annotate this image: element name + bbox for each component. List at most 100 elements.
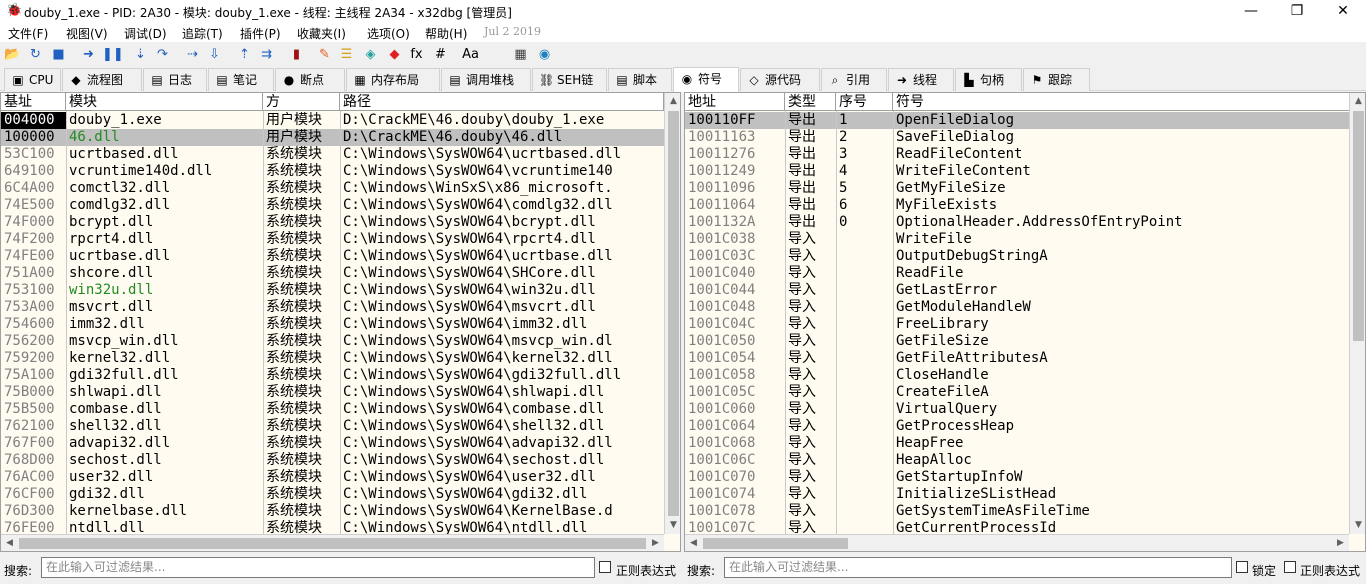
scroll-thumb[interactable] — [19, 538, 646, 549]
font-icon[interactable]: Aa — [462, 46, 479, 63]
table-row[interactable]: 1001C064 导入 GetProcessHeap — [685, 418, 1365, 435]
open-icon[interactable]: 📂 — [4, 46, 21, 63]
modules-horizontal-scrollbar[interactable]: ◀ ▶ — [1, 534, 664, 551]
patch-icon[interactable]: ✎ — [316, 46, 333, 63]
restart-icon[interactable]: ↻ — [27, 46, 44, 63]
bookmark-icon[interactable]: ◆ — [386, 46, 403, 63]
scroll-left-icon[interactable]: ◀ — [1, 535, 18, 551]
scroll-thumb[interactable] — [1353, 111, 1364, 341]
scroll-up-icon[interactable]: ▲ — [665, 93, 680, 110]
menu-favourites[interactable]: 收藏夹(I) — [297, 25, 346, 42]
symbols-horizontal-scrollbar[interactable]: ◀ ▶ — [685, 534, 1349, 551]
table-row[interactable]: 1001C060 导入 VirtualQuery — [685, 401, 1365, 418]
table-row[interactable]: 1001C040 导入 ReadFile — [685, 265, 1365, 282]
table-row[interactable]: 1001C048 导入 GetModuleHandleW — [685, 299, 1365, 316]
scroll-right-icon[interactable]: ▶ — [647, 535, 664, 551]
trace-over-icon[interactable]: ⇩ — [206, 46, 223, 63]
scroll-thumb[interactable] — [668, 111, 679, 516]
table-row[interactable]: 1001C070 导入 GetStartupInfoW — [685, 469, 1365, 486]
table-row[interactable]: 10011064 导出 6 MyFileExists — [685, 197, 1365, 214]
tab-memory-map[interactable]: ▦ 内存布局 — [346, 68, 440, 91]
table-row[interactable]: 10011276 导出 3 ReadFileContent — [685, 146, 1365, 163]
table-row[interactable]: 1001C078 导入 GetSystemTimeAsFileTime — [685, 503, 1365, 520]
col-header-ordinal[interactable]: 序号 — [836, 93, 893, 111]
menu-debug[interactable]: 调试(D) — [124, 25, 167, 42]
run-icon[interactable]: ➜ — [80, 46, 97, 63]
scroll-thumb[interactable] — [703, 538, 848, 549]
tab-trace[interactable]: ⚑ 跟踪 — [1023, 68, 1090, 91]
menu-options[interactable]: 选项(O) — [367, 25, 410, 42]
table-row[interactable]: 1001C044 导入 GetLastError — [685, 282, 1365, 299]
search-input-modules[interactable]: 在此输入可过滤结果... — [41, 557, 595, 578]
table-row[interactable]: 1001C074 导入 InitializeSListHead — [685, 486, 1365, 503]
menu-file[interactable]: 文件(F) — [8, 25, 48, 42]
tab-cpu[interactable]: ▣ CPU — [4, 68, 61, 91]
label-icon[interactable]: ◈ — [362, 46, 379, 63]
menu-plugins[interactable]: 插件(P) — [240, 25, 281, 42]
step-into-icon[interactable]: ⇣ — [132, 46, 149, 63]
table-row[interactable]: 10011163 导出 2 SaveFileDialog — [685, 129, 1365, 146]
restore-button[interactable]: ❐ — [1274, 0, 1320, 22]
col-header-base[interactable]: 基址 — [1, 93, 66, 111]
trace-into-icon[interactable]: ⇢ — [184, 46, 201, 63]
scroll-right-icon[interactable]: ▶ — [1332, 535, 1349, 551]
modules-vertical-scrollbar[interactable]: ▲ ▼ — [664, 93, 680, 534]
tab-log[interactable]: ▤ 日志 — [143, 68, 207, 91]
col-header-symbol[interactable]: 符号 — [893, 93, 1349, 111]
table-row[interactable]: 1001C04C 导入 FreeLibrary — [685, 316, 1365, 333]
globe-icon[interactable]: ◉ — [536, 46, 553, 63]
scroll-up-icon[interactable]: ▲ — [1350, 93, 1365, 110]
tab-handles[interactable]: ▙ 句柄 — [955, 68, 1022, 91]
step-over-icon[interactable]: ↷ — [154, 46, 171, 63]
table-row[interactable]: 1001C038 导入 WriteFile — [685, 231, 1365, 248]
scroll-down-icon[interactable]: ▼ — [665, 517, 680, 534]
hash-icon[interactable]: # — [432, 46, 449, 63]
col-header-party[interactable]: 方 — [263, 93, 340, 111]
menu-trace[interactable]: 追踪(T) — [182, 25, 223, 42]
table-row[interactable]: 1001C050 导入 GetFileSize — [685, 333, 1365, 350]
table-row[interactable]: 1001C05C 导入 CreateFileA — [685, 384, 1365, 401]
menu-view[interactable]: 视图(V) — [66, 25, 108, 42]
function-icon[interactable]: fx — [408, 46, 425, 63]
table-row[interactable]: 1001132A 导出 0 OptionalHeader.AddressOfEntry… — [685, 214, 1365, 231]
table-row[interactable]: 10011096 导出 5 GetMyFileSize — [685, 180, 1365, 197]
tab-graph[interactable]: ◆ 流程图 — [62, 68, 142, 91]
col-header-address[interactable]: 地址 — [685, 93, 785, 111]
tab-breakpoint[interactable]: ● 断点 — [275, 68, 345, 91]
table-row[interactable]: 1001C058 导入 CloseHandle — [685, 367, 1365, 384]
minimize-button[interactable]: — — [1228, 0, 1274, 22]
run-to-user-code-icon[interactable]: ⇉ — [258, 46, 275, 63]
scroll-left-icon[interactable]: ◀ — [685, 535, 702, 551]
regex-checkbox-modules[interactable] — [599, 561, 611, 573]
col-header-path[interactable]: 路径 — [340, 93, 664, 111]
scroll-down-icon[interactable]: ▼ — [1350, 517, 1365, 534]
scylla-icon[interactable]: ▮ — [288, 46, 305, 63]
tab-notes[interactable]: ▤ 笔记 — [208, 68, 274, 91]
stop-icon[interactable]: ■ — [50, 46, 67, 63]
table-row[interactable]: 1001C068 导入 HeapFree — [685, 435, 1365, 452]
close-button[interactable]: ✕ — [1320, 0, 1366, 22]
menu-help[interactable]: 帮助(H) — [425, 25, 467, 42]
search-input-symbols[interactable]: 在此输入可过滤结果... — [724, 557, 1232, 578]
regex-checkbox-symbols[interactable] — [1284, 561, 1296, 573]
comment-icon[interactable]: ☰ — [338, 46, 355, 63]
tab-call-stack[interactable]: ▤ 调用堆栈 — [441, 68, 531, 91]
col-header-type[interactable]: 类型 — [785, 93, 836, 111]
tab-script[interactable]: ▤ 脚本 — [608, 68, 672, 91]
pause-icon[interactable]: ❚❚ — [102, 46, 124, 63]
table-row[interactable]: 1001C06C 导入 HeapAlloc — [685, 452, 1365, 469]
lock-checkbox[interactable] — [1236, 561, 1248, 573]
tab-source[interactable]: ◇ 源代码 — [740, 68, 820, 91]
table-row[interactable]: 1001C03C 导入 OutputDebugStringA — [685, 248, 1365, 265]
table-row[interactable]: 100110FF 导出 1 OpenFileDialog — [685, 112, 1365, 129]
symbols-vertical-scrollbar[interactable]: ▲ ▼ — [1349, 93, 1365, 534]
execute-till-return-icon[interactable]: ⇡ — [236, 46, 253, 63]
table-row[interactable]: 1001C054 导入 GetFileAttributesA — [685, 350, 1365, 367]
col-header-module[interactable]: 模块 — [66, 93, 263, 111]
table-row[interactable]: 10011249 导出 4 WriteFileContent — [685, 163, 1365, 180]
tab-references[interactable]: ⌕ 引用 — [821, 68, 887, 91]
calculator-icon[interactable]: ▦ — [512, 46, 529, 63]
tab-seh-chain[interactable]: ⛓ SEH链 — [532, 68, 607, 91]
tab-threads[interactable]: ➜ 线程 — [888, 68, 954, 91]
tab-symbols[interactable]: ◉ 符号 — [673, 67, 739, 92]
